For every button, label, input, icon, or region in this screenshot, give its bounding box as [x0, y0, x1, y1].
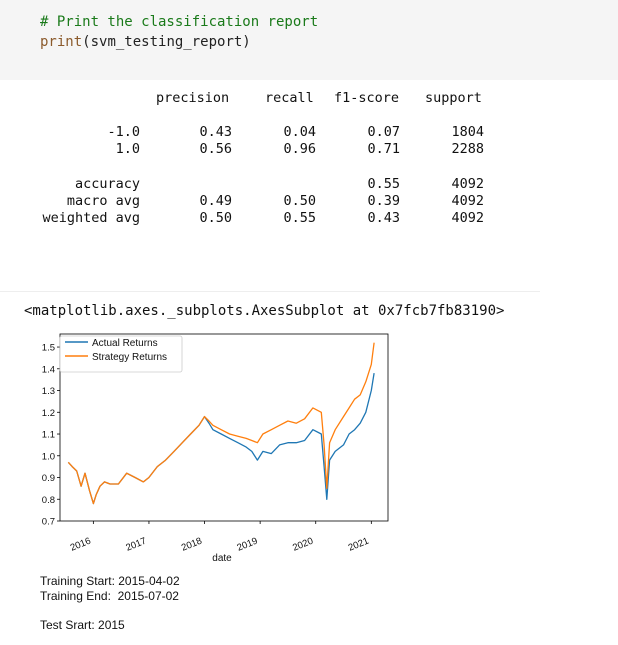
row-recall: 0.55 — [283, 210, 316, 226]
x-tick-label: 2019 — [236, 536, 260, 554]
row-precision: 0.50 — [199, 210, 232, 226]
header-f1-score: f1-score — [334, 90, 400, 106]
y-tick-label: 1.0 — [42, 451, 55, 462]
row-support: 1804 — [451, 124, 484, 140]
code-comment: # Print the classification report — [40, 14, 319, 30]
x-axis: 2016 2017 2018 2019 2020 2021 — [69, 521, 372, 554]
row-f1: 0.55 — [367, 176, 400, 192]
row-support: 4092 — [451, 210, 484, 226]
header-recall: recall — [265, 90, 314, 106]
row-label: weighted avg — [42, 210, 140, 226]
output-divider — [0, 291, 540, 292]
row-support: 4092 — [451, 193, 484, 209]
y-tick-label: 1.1 — [42, 430, 55, 441]
row-precision: 0.56 — [199, 141, 232, 157]
x-tick-label: 2018 — [180, 536, 204, 554]
row-f1: 0.39 — [367, 193, 400, 209]
returns-line-chart: 0.7 0.8 0.9 1.0 1.1 1.2 1.3 1.4 1.5 2016 2017 2018… — [42, 333, 389, 564]
row-support: 4092 — [451, 176, 484, 192]
row-f1: 0.07 — [367, 124, 400, 140]
row-f1: 0.71 — [367, 141, 400, 157]
x-tick-label: 2017 — [124, 536, 148, 554]
axes-repr-output: <matplotlib.axes._subplots.AxesSubplot a… — [24, 303, 505, 319]
stdout-training-start: Training Start: 2015-04-02 — [40, 574, 180, 588]
y-tick-label: 0.9 — [42, 473, 55, 484]
y-tick-label: 0.8 — [42, 495, 55, 506]
code-cell[interactable]: # Print the classification report print(… — [0, 0, 618, 80]
header-precision: precision — [156, 90, 230, 106]
legend: Actual Returns Strategy Returns — [59, 335, 183, 373]
x-tick-label: 2020 — [291, 536, 315, 554]
row-label: accuracy — [74, 176, 140, 192]
row-f1: 0.43 — [367, 210, 400, 226]
y-tick-label: 1.5 — [42, 343, 55, 354]
row-label: macro avg — [66, 193, 140, 209]
y-tick-label: 1.2 — [42, 408, 55, 419]
row-precision: 0.49 — [199, 193, 232, 209]
x-tick-label: 2021 — [347, 536, 371, 554]
x-axis-label: date — [212, 553, 232, 564]
code-print-line: print(svm_testing_report) — [40, 34, 251, 50]
header-support: support — [425, 90, 482, 106]
stdout-test-start: Test Srart: 2015 — [40, 618, 125, 632]
row-label: -1.0 — [107, 124, 140, 140]
x-tick-label: 2016 — [69, 536, 93, 554]
row-recall: 0.04 — [283, 124, 316, 140]
row-precision: 0.43 — [199, 124, 232, 140]
print-argument: (svm_testing_report) — [82, 34, 251, 50]
row-label: 1.0 — [115, 141, 140, 157]
row-support: 2288 — [451, 141, 484, 157]
y-tick-label: 1.4 — [42, 364, 55, 375]
print-function: print — [40, 34, 83, 50]
legend-label-strategy: Strategy Returns — [92, 352, 167, 363]
row-recall: 0.96 — [283, 141, 316, 157]
stdout-training-end: Training End: 2015-07-02 — [40, 589, 179, 603]
y-tick-label: 1.3 — [42, 386, 55, 397]
legend-label-actual: Actual Returns — [92, 338, 158, 349]
y-axis: 0.7 0.8 0.9 1.0 1.1 1.2 1.3 1.4 1.5 — [42, 343, 60, 528]
y-tick-label: 0.7 — [42, 517, 55, 528]
row-recall: 0.50 — [283, 193, 316, 209]
